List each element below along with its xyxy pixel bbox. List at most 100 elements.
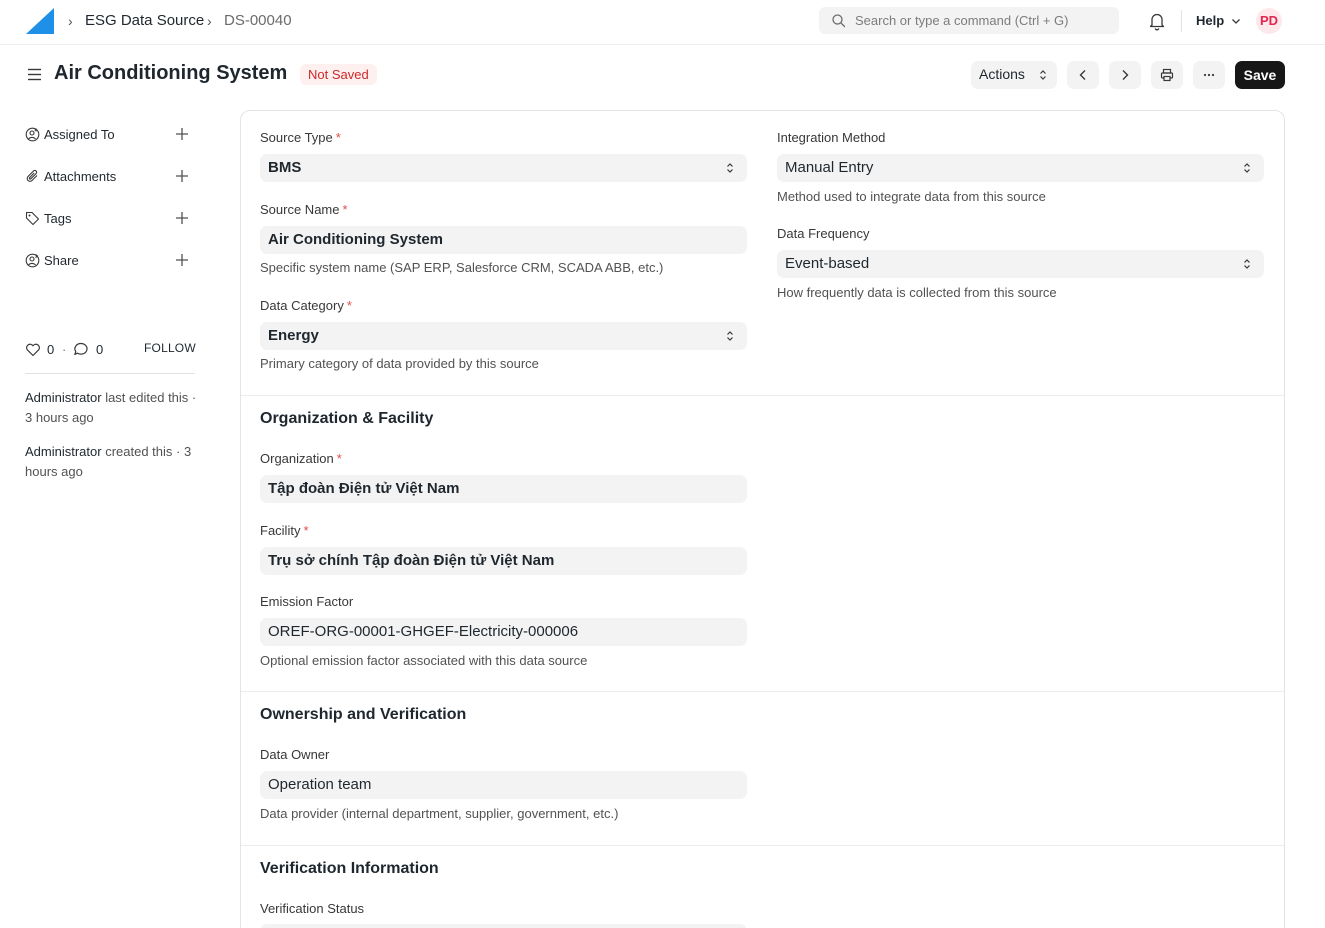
source-name-description: Specific system name (SAP ERP, Salesforc… [260, 260, 664, 275]
organization-label: Organization * [260, 451, 342, 466]
plus-icon[interactable] [175, 169, 189, 183]
separator-dot: · [62, 342, 67, 357]
source-name-value: Air Conditioning System [268, 231, 444, 248]
hamburger-menu-icon[interactable] [27, 67, 42, 82]
integration-method-description: Method used to integrate data from this … [777, 189, 1046, 204]
sidebar-item-label: Attachments [44, 169, 117, 184]
breadcrumb-separator-icon: › [68, 13, 73, 29]
plus-icon[interactable] [175, 253, 189, 267]
organization-link-field[interactable]: Tập đoàn Điện tử Việt Nam [260, 475, 747, 503]
follow-button[interactable]: FOLLOW [144, 341, 196, 355]
comment-count: 0 [96, 342, 104, 357]
data-owner-value: Operation team [268, 776, 372, 793]
page-title: Air Conditioning System [54, 62, 288, 84]
data-frequency-value: Event-based [785, 255, 870, 272]
sidebar-item-assigned-to[interactable]: Assigned To [25, 125, 195, 145]
source-type-value: BMS [268, 159, 302, 176]
updown-chevron-icon [727, 163, 733, 173]
section-title-organization[interactable]: Organization & Facility [260, 410, 433, 428]
section-divider [241, 395, 1284, 396]
sidebar-item-label: Assigned To [44, 127, 115, 142]
sidebar-divider [25, 373, 195, 374]
search-input[interactable]: Search or type a command (Ctrl + G) [819, 7, 1119, 34]
social-stats: 0 · 0 FOLLOW [25, 340, 196, 360]
user-avatar[interactable]: PD [1256, 8, 1282, 34]
integration-method-select[interactable]: Manual Entry [777, 154, 1264, 182]
verification-status-label: Verification Status [260, 901, 365, 916]
updown-chevron-icon [727, 331, 733, 341]
data-category-label: Data Category * [260, 298, 352, 313]
section-divider [241, 691, 1284, 692]
emission-factor-value: OREF-ORG-00001-GHGEF-Electricity-000006 [268, 623, 579, 640]
timeline-user[interactable]: Administrator [25, 444, 102, 459]
chevron-right-icon [1122, 70, 1129, 80]
actions-label: Actions [979, 66, 1025, 82]
emission-factor-label: Emission Factor [260, 594, 354, 609]
share-user-icon [25, 253, 40, 268]
breadcrumb-esg-data-source[interactable]: ESG Data Source [85, 12, 204, 29]
source-type-label: Source Type * [260, 130, 341, 145]
facility-label: Facility * [260, 523, 309, 538]
save-button[interactable]: Save [1235, 61, 1285, 89]
actions-button[interactable]: Actions [971, 61, 1057, 89]
sidebar-item-label: Share [44, 253, 79, 268]
timeline-user[interactable]: Administrator [25, 390, 102, 405]
breadcrumb-current-doc[interactable]: DS-00040 [224, 12, 292, 29]
updown-chevron-icon [1244, 163, 1250, 173]
chevron-left-icon [1079, 70, 1086, 80]
plus-icon[interactable] [175, 211, 189, 225]
updown-chevron-icon [1244, 259, 1250, 269]
plus-icon[interactable] [175, 127, 189, 141]
print-button[interactable] [1151, 61, 1183, 89]
source-name-label: Source Name * [260, 202, 348, 217]
more-options-button[interactable] [1193, 61, 1225, 89]
sidebar-item-tags[interactable]: Tags [25, 209, 195, 229]
integration-method-label: Integration Method [777, 130, 886, 145]
data-frequency-description: How frequently data is collected from th… [777, 285, 1057, 300]
paperclip-icon [26, 169, 38, 182]
navbar-divider [1181, 10, 1182, 32]
notification-bell-icon[interactable] [1148, 11, 1166, 31]
data-owner-label: Data Owner [260, 747, 330, 762]
like-count: 0 [47, 342, 55, 357]
emission-factor-description: Optional emission factor associated with… [260, 653, 588, 668]
section-title-ownership[interactable]: Ownership and Verification [260, 706, 466, 724]
comment-icon[interactable] [73, 342, 89, 357]
updown-chevron-icon [1040, 70, 1046, 80]
previous-doc-button[interactable] [1067, 61, 1099, 89]
help-label: Help [1196, 13, 1225, 28]
data-category-select[interactable]: Energy [260, 322, 747, 350]
search-icon [832, 14, 846, 28]
sidebar-item-attachments[interactable]: Attachments [25, 167, 195, 187]
facility-value: Trụ sở chính Tập đoàn Điện tử Việt Nam [268, 552, 555, 569]
breadcrumb-separator-icon: › [207, 13, 212, 29]
data-frequency-select[interactable]: Event-based [777, 250, 1264, 278]
source-name-input[interactable]: Air Conditioning System [260, 226, 747, 254]
section-divider [241, 845, 1284, 846]
sidebar-item-label: Tags [44, 211, 72, 226]
timeline-item: Administrator created this · 3 hours ago [25, 442, 200, 482]
timeline-item: Administrator last edited this · 3 hours… [25, 388, 200, 428]
navbar: › ESG Data Source › DS-00040 Search or t… [0, 0, 1325, 45]
emission-factor-link-field[interactable]: OREF-ORG-00001-GHGEF-Electricity-000006 [260, 618, 747, 646]
data-category-description: Primary category of data provided by thi… [260, 356, 539, 371]
integration-method-value: Manual Entry [785, 159, 874, 176]
data-owner-input[interactable]: Operation team [260, 771, 747, 799]
next-doc-button[interactable] [1109, 61, 1141, 89]
data-owner-description: Data provider (internal department, supp… [260, 806, 619, 821]
sidebar-item-share[interactable]: Share [25, 251, 195, 271]
source-type-select[interactable]: BMS [260, 154, 747, 182]
app-logo-icon[interactable] [26, 8, 54, 34]
ellipsis-icon [1203, 73, 1215, 77]
help-dropdown[interactable]: Help [1196, 13, 1241, 28]
tag-icon [25, 211, 40, 226]
data-category-value: Energy [268, 327, 319, 344]
verification-status-select[interactable] [260, 924, 747, 928]
printer-icon [1160, 68, 1174, 82]
status-badge: Not Saved [300, 64, 377, 85]
chevron-down-icon [1231, 19, 1240, 24]
heart-icon[interactable] [25, 342, 41, 357]
section-title-verification[interactable]: Verification Information [260, 860, 439, 878]
organization-value: Tập đoàn Điện tử Việt Nam [268, 480, 460, 497]
facility-link-field[interactable]: Trụ sở chính Tập đoàn Điện tử Việt Nam [260, 547, 747, 575]
